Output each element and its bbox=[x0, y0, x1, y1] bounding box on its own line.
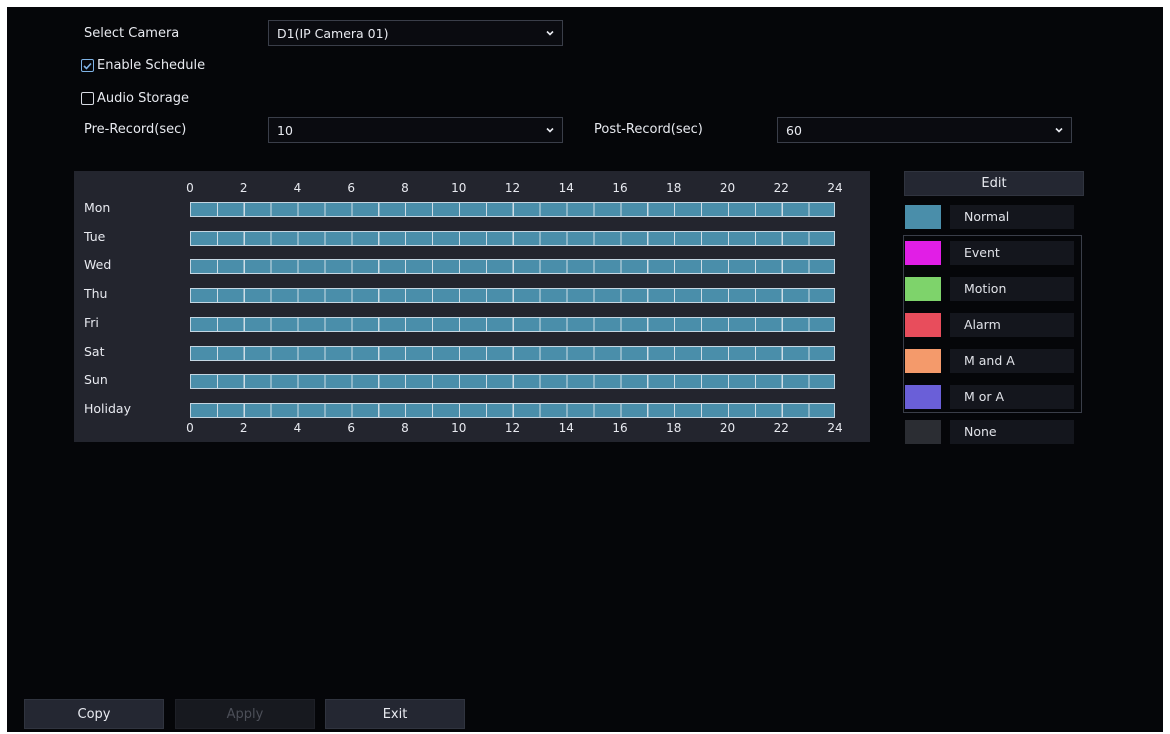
top-hour-tick: 24 bbox=[827, 181, 843, 195]
chevron-down-icon bbox=[538, 30, 562, 36]
post-record-label: Post-Record(sec) bbox=[594, 122, 703, 137]
legend-swatch[interactable] bbox=[905, 205, 941, 229]
legend-item-m-or-a[interactable]: M or A bbox=[905, 385, 1074, 409]
legend-swatch[interactable] bbox=[905, 420, 941, 444]
legend-label: Normal bbox=[950, 205, 1074, 229]
top-hour-tick: 0 bbox=[186, 181, 194, 195]
camera-select[interactable]: D1(IP Camera 01) bbox=[268, 20, 563, 46]
top-hour-tick: 14 bbox=[558, 181, 574, 195]
chevron-down-icon bbox=[1047, 127, 1071, 133]
copy-button[interactable]: Copy bbox=[24, 699, 164, 729]
top-hour-tick: 10 bbox=[451, 181, 467, 195]
bottom-hour-tick: 12 bbox=[504, 421, 521, 435]
bottom-hour-tick: 4 bbox=[293, 421, 302, 435]
day-label: Thu bbox=[84, 286, 108, 302]
day-label: Sat bbox=[84, 343, 105, 359]
audio-storage-label: Audio Storage bbox=[97, 91, 189, 106]
pre-record-label: Pre-Record(sec) bbox=[84, 122, 187, 137]
schedule-grid[interactable]: 0 2 4 6 8 10 12 14 16 18 20 22 24 Mon Tue Wed Thu Fri Sat… bbox=[74, 171, 870, 442]
legend-label: Alarm bbox=[950, 313, 1074, 337]
post-record-value: 60 bbox=[786, 122, 802, 138]
legend-label: Event bbox=[950, 241, 1074, 265]
legend-label: M or A bbox=[950, 385, 1074, 409]
schedule-bar-wed[interactable] bbox=[190, 259, 835, 275]
chevron-down-icon bbox=[538, 127, 562, 133]
day-label: Fri bbox=[84, 314, 99, 330]
exit-button[interactable]: Exit bbox=[325, 699, 465, 729]
top-hour-tick: 12 bbox=[504, 181, 521, 195]
day-label: Wed bbox=[84, 257, 112, 273]
bottom-hour-tick: 10 bbox=[451, 421, 467, 435]
legend-label: Motion bbox=[950, 277, 1074, 301]
pre-record-value: 10 bbox=[277, 122, 293, 138]
legend-item-normal[interactable]: Normal bbox=[905, 205, 1074, 229]
enable-schedule-label: Enable Schedule bbox=[97, 58, 206, 73]
top-hour-tick: 2 bbox=[239, 181, 248, 195]
apply-button[interactable]: Apply bbox=[175, 699, 315, 729]
top-hour-tick: 18 bbox=[666, 181, 682, 195]
bottom-hour-tick: 8 bbox=[401, 421, 409, 435]
audio-storage-checkbox[interactable]: Audio Storage bbox=[81, 91, 189, 106]
schedule-bar-fri[interactable] bbox=[190, 316, 835, 332]
bottom-hour-tick: 2 bbox=[239, 421, 248, 435]
top-hour-tick: 8 bbox=[401, 181, 409, 195]
bottom-hour-tick: 14 bbox=[558, 421, 574, 435]
top-hour-tick: 16 bbox=[612, 181, 628, 195]
post-record-select[interactable]: 60 bbox=[777, 117, 1072, 143]
top-hour-tick: 4 bbox=[293, 181, 302, 195]
legend-label: None bbox=[950, 420, 1074, 444]
legend-item-event[interactable]: Event bbox=[905, 241, 1074, 265]
legend-swatch[interactable] bbox=[905, 277, 941, 301]
legend-item-alarm[interactable]: Alarm bbox=[905, 313, 1074, 337]
day-label: Tue bbox=[84, 228, 106, 244]
schedule-bar-thu[interactable] bbox=[190, 288, 835, 304]
top-hour-tick: 6 bbox=[347, 181, 356, 195]
enable-schedule-checkbox[interactable]: Enable Schedule bbox=[81, 58, 205, 73]
legend-swatch[interactable] bbox=[905, 385, 941, 409]
schedule-bar-mon[interactable] bbox=[190, 202, 835, 217]
edit-button[interactable]: Edit bbox=[904, 171, 1084, 196]
bottom-hour-tick: 24 bbox=[827, 421, 843, 435]
legend-item-m-and-a[interactable]: M and A bbox=[905, 349, 1074, 373]
day-label: Mon bbox=[84, 200, 111, 215]
select-camera-label: Select Camera bbox=[84, 26, 180, 41]
legend-label: M and A bbox=[950, 349, 1074, 373]
record-schedule-panel: Select Camera D1(IP Camera 01) Enable Sc… bbox=[7, 7, 1163, 732]
camera-select-value: D1(IP Camera 01) bbox=[277, 25, 389, 41]
legend-swatch[interactable] bbox=[905, 349, 941, 373]
pre-record-select[interactable]: 10 bbox=[268, 117, 563, 143]
bottom-hour-tick: 6 bbox=[347, 421, 356, 435]
day-label: Holiday bbox=[84, 400, 131, 416]
legend-item-motion[interactable]: Motion bbox=[905, 277, 1074, 301]
schedule-bar-sat[interactable] bbox=[190, 345, 835, 361]
schedule-bar-tue[interactable] bbox=[190, 230, 835, 246]
day-label: Sun bbox=[84, 372, 108, 388]
bottom-hour-tick: 16 bbox=[612, 421, 628, 435]
bottom-hour-tick: 0 bbox=[186, 421, 194, 435]
checkbox-unchecked-icon bbox=[81, 92, 94, 105]
top-hour-tick: 22 bbox=[773, 181, 789, 195]
legend-swatch[interactable] bbox=[905, 313, 941, 337]
bottom-hour-tick: 22 bbox=[773, 421, 789, 435]
schedule-bar-holiday[interactable] bbox=[190, 402, 835, 418]
legend-item-none[interactable]: None bbox=[905, 420, 1074, 444]
schedule-bar-sun[interactable] bbox=[190, 374, 835, 390]
legend-swatch[interactable] bbox=[905, 241, 941, 265]
checkbox-checked-icon bbox=[81, 59, 94, 72]
top-hour-tick: 20 bbox=[719, 181, 736, 195]
bottom-hour-tick: 20 bbox=[719, 421, 736, 435]
bottom-hour-tick: 18 bbox=[666, 421, 682, 435]
